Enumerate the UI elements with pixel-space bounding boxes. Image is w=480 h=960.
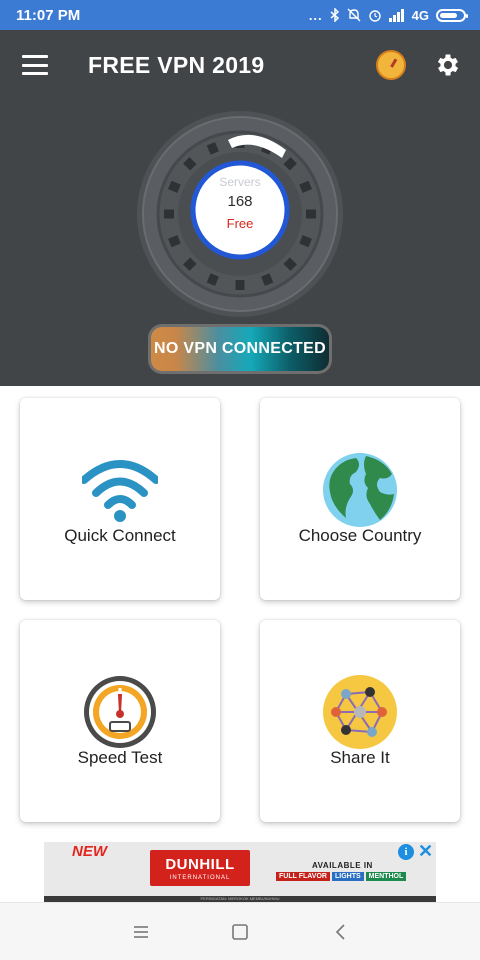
ad-available: AVAILABLE IN: [312, 861, 373, 870]
speed-test-card[interactable]: Speed Test: [20, 620, 220, 822]
dial-graphic: [137, 111, 343, 317]
dial-tick: [283, 257, 297, 271]
ad-close-icon[interactable]: ✕: [418, 842, 433, 862]
mute-bell-icon: [347, 8, 361, 22]
vpn-status-button[interactable]: NO VPN CONNECTED: [148, 324, 332, 374]
choose-country-card[interactable]: Choose Country: [260, 398, 460, 600]
header-area: FREE VPN 2019 Servers 168 Free NO VPN CO…: [0, 30, 480, 386]
dial-tick: [183, 257, 197, 271]
back-icon[interactable]: [330, 921, 352, 943]
tier-label: Free: [226, 216, 254, 231]
dial-tick: [168, 235, 181, 248]
speed-test-label: Speed Test: [77, 748, 163, 767]
wifi-icon: [82, 460, 158, 522]
speedometer-icon[interactable]: [376, 50, 406, 80]
app-bar: FREE VPN 2019: [0, 30, 480, 100]
alarm-icon: [368, 10, 381, 22]
app-title: FREE VPN 2019: [88, 51, 265, 78]
share-network-icon: [323, 675, 397, 749]
speedometer-icon: [84, 676, 156, 748]
ad-brand: DUNHILL: [165, 856, 235, 873]
network-type: 4G: [411, 7, 429, 23]
share-it-label: Share It: [330, 748, 390, 767]
status-icons: ... 4G: [308, 7, 468, 23]
ad-tag: FULL FLAVOR: [276, 872, 330, 881]
vpn-status-label: NO VPN CONNECTED: [151, 327, 329, 371]
dial-tick: [261, 273, 274, 286]
dial-tick: [183, 157, 197, 171]
ad-new-label: NEW: [72, 843, 107, 860]
dial-tick: [206, 142, 219, 155]
notification-dots: ...: [308, 7, 323, 23]
status-time: 11:07 PM: [16, 6, 81, 24]
quick-connect-label: Quick Connect: [64, 526, 176, 545]
choose-country-label: Choose Country: [298, 526, 422, 545]
dial-tick: [299, 235, 312, 248]
battery-level: [440, 12, 457, 18]
gear-icon[interactable]: [434, 51, 462, 79]
action-cards: Quick Connect Choose Country Speed Test: [0, 386, 480, 842]
recents-icon[interactable]: [130, 921, 152, 943]
battery-icon: [436, 8, 468, 22]
ad-brand-sub: INTERNATIONAL: [169, 875, 231, 881]
dial-tick: [206, 273, 219, 286]
ad-tag: LIGHTS: [331, 872, 364, 881]
ad-banner[interactable]: NEW DUNHILL INTERNATIONAL AVAILABLE IN F…: [44, 842, 436, 902]
ad-brand-box: DUNHILL INTERNATIONAL: [150, 850, 250, 886]
ad-tag: MENTHOL: [365, 872, 407, 881]
status-bar: 11:07 PM ... 4G: [0, 0, 480, 30]
system-nav-bar: [0, 902, 480, 960]
ad-info-icon[interactable]: i: [398, 844, 414, 860]
hamburger-menu-icon[interactable]: [22, 55, 48, 75]
servers-count: 168: [227, 193, 253, 210]
ad-tags: FULL FLAVOR LIGHTS MENTHOL: [276, 872, 407, 881]
globe-icon: [323, 453, 397, 527]
servers-label: Servers: [219, 175, 261, 189]
home-icon[interactable]: [229, 921, 251, 943]
server-dial[interactable]: Servers 168 Free: [136, 110, 344, 318]
quick-connect-card[interactable]: Quick Connect: [20, 398, 220, 600]
dial-tick: [283, 157, 297, 171]
share-it-card[interactable]: Share It: [260, 620, 460, 822]
bluetooth-icon: [330, 8, 339, 22]
signal-icon: [388, 8, 404, 22]
